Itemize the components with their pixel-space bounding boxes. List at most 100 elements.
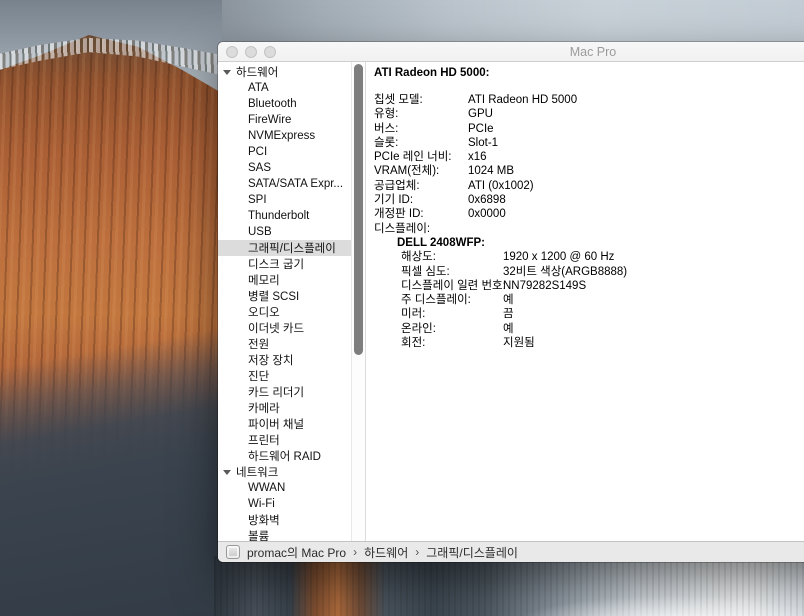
sidebar-item-label: 병렬 SCSI — [248, 288, 299, 304]
sidebar-item-label: Wi-Fi — [248, 498, 275, 510]
sidebar-group-label: 네트워크 — [236, 464, 278, 480]
sidebar-item-ethernet-cards[interactable]: 이더넷 카드 — [218, 320, 351, 336]
sidebar-item-wifi[interactable]: Wi-Fi — [218, 496, 351, 512]
sidebar-item-label: 오디오 — [248, 304, 280, 320]
disclosure-triangle-icon[interactable] — [223, 470, 231, 475]
sidebar-item-label: 디스크 굽기 — [248, 256, 304, 272]
minimize-button[interactable] — [245, 46, 257, 58]
breadcrumb-computer: promac의 Mac Pro — [247, 544, 346, 561]
sidebar-item-label: 볼륨 — [248, 528, 269, 541]
spec-row: 슬롯:Slot-1 — [374, 136, 804, 150]
sidebar-item-label: 프린터 — [248, 432, 280, 448]
spec-value: 32비트 색상(ARGB8888) — [503, 265, 627, 279]
spec-row: 칩셋 모델:ATI Radeon HD 5000 — [374, 93, 804, 107]
sidebar-item-firewall[interactable]: 방화벽 — [218, 512, 351, 528]
sidebar-item-disc-burning[interactable]: 디스크 굽기 — [218, 256, 351, 272]
wallpaper-shadow — [0, 0, 222, 616]
sidebar-item-audio[interactable]: 오디오 — [218, 304, 351, 320]
spec-row: 미러:끔 — [374, 307, 804, 321]
sidebar-item-camera[interactable]: 카메라 — [218, 400, 351, 416]
scrollbar-thumb[interactable] — [354, 64, 363, 355]
sidebar-item-label: 진단 — [248, 368, 269, 384]
spec-value: ATI (0x1002) — [468, 179, 534, 193]
sidebar-item-thunderbolt[interactable]: Thunderbolt — [218, 208, 351, 224]
spec-label: 주 디스플레이: — [401, 293, 503, 307]
sidebar-item-label: WWAN — [248, 482, 285, 494]
sidebar-item-fibre-channel[interactable]: 파이버 채널 — [218, 416, 351, 432]
spec-row: VRAM(전체):1024 MB — [374, 164, 804, 178]
sidebar-item-power[interactable]: 전원 — [218, 336, 351, 352]
sidebar-item-pci[interactable]: PCI — [218, 144, 351, 160]
sidebar-scrollbar[interactable] — [351, 62, 366, 541]
spec-value: 지원됨 — [503, 336, 535, 350]
spec-row: 온라인:예 — [374, 322, 804, 336]
sidebar-group-network[interactable]: 네트워크 — [218, 464, 351, 480]
sidebar-item-label: NVMExpress — [248, 130, 315, 142]
spec-label: 해상도: — [401, 250, 503, 264]
disclosure-triangle-icon[interactable] — [223, 70, 231, 75]
spec-value: 예 — [503, 322, 514, 336]
sidebar-item-label: 메모리 — [248, 272, 280, 288]
spec-label: 회전: — [401, 336, 503, 350]
spec-value: GPU — [468, 107, 493, 121]
spec-value: 1024 MB — [468, 164, 514, 178]
spec-value: 끔 — [503, 307, 514, 321]
sidebar-item-spi[interactable]: SPI — [218, 192, 351, 208]
sidebar-item-label: PCI — [248, 146, 267, 158]
sidebar-item-label: 그래픽/디스플레이 — [248, 240, 336, 256]
sidebar-item-volumes[interactable]: 볼륨 — [218, 528, 351, 541]
spec-label: 버스: — [374, 122, 468, 136]
close-button[interactable] — [226, 46, 238, 58]
spec-value: ATI Radeon HD 5000 — [468, 93, 577, 107]
spec-row: 해상도:1920 x 1200 @ 60 Hz — [374, 250, 804, 264]
zoom-button[interactable] — [264, 46, 276, 58]
wallpaper-cliff — [0, 0, 222, 616]
desktop: Mac Pro 하드웨어 ATA Bluetooth FireWire NVME… — [0, 0, 804, 616]
window-titlebar[interactable]: Mac Pro — [218, 42, 804, 62]
spec-row: 기기 ID:0x6898 — [374, 193, 804, 207]
sidebar-item-label: ATA — [248, 82, 269, 94]
sidebar-item-parallel-scsi[interactable]: 병렬 SCSI — [218, 288, 351, 304]
sidebar-item-diagnostics[interactable]: 진단 — [218, 368, 351, 384]
sidebar-item-label: 저장 장치 — [248, 352, 294, 368]
sidebar-item-label: 카메라 — [248, 400, 280, 416]
breadcrumb-separator: › — [415, 545, 419, 559]
breadcrumb-graphics-displays: 그래픽/디스플레이 — [426, 544, 518, 561]
sidebar-item-sas[interactable]: SAS — [218, 160, 351, 176]
spec-row: 유형:GPU — [374, 107, 804, 121]
sidebar-item-bluetooth[interactable]: Bluetooth — [218, 96, 351, 112]
spec-label: PCIe 레인 너비: — [374, 150, 468, 164]
spec-row: 주 디스플레이:예 — [374, 293, 804, 307]
spec-value: PCIe — [468, 122, 494, 136]
sidebar-item-wwan[interactable]: WWAN — [218, 480, 351, 496]
spec-row: 공급업체:ATI (0x1002) — [374, 179, 804, 193]
display-name-heading: DELL 2408WFP: — [374, 236, 804, 250]
sidebar-group-hardware[interactable]: 하드웨어 — [218, 64, 351, 80]
sidebar-item-label: SAS — [248, 162, 271, 174]
spec-row: 버스:PCIe — [374, 122, 804, 136]
spec-label: 디스플레이 일련 번호: — [401, 279, 503, 293]
sidebar-item-card-reader[interactable]: 카드 리더기 — [218, 384, 351, 400]
sidebar-item-graphics-displays[interactable]: 그래픽/디스플레이 — [218, 240, 351, 256]
spec-label: 미러: — [401, 307, 503, 321]
sidebar-item-storage[interactable]: 저장 장치 — [218, 352, 351, 368]
sidebar-item-hardware-raid[interactable]: 하드웨어 RAID — [218, 448, 351, 464]
sidebar-item-ata[interactable]: ATA — [218, 80, 351, 96]
sidebar-item-nvmexpress[interactable]: NVMExpress — [218, 128, 351, 144]
sidebar: 하드웨어 ATA Bluetooth FireWire NVMExpress P… — [218, 62, 351, 541]
spec-row: 회전:지원됨 — [374, 336, 804, 350]
sidebar-item-memory[interactable]: 메모리 — [218, 272, 351, 288]
sidebar-item-label: 방화벽 — [248, 512, 280, 528]
sidebar-item-usb[interactable]: USB — [218, 224, 351, 240]
sidebar-item-firewire[interactable]: FireWire — [218, 112, 351, 128]
spec-value: x16 — [468, 150, 487, 164]
breadcrumb-hardware: 하드웨어 — [364, 544, 408, 561]
spec-label: 슬롯: — [374, 136, 468, 150]
wallpaper-valley — [214, 556, 804, 616]
sidebar-item-printers[interactable]: 프린터 — [218, 432, 351, 448]
sidebar-item-sata[interactable]: SATA/SATA Expr... — [218, 176, 351, 192]
sidebar-item-label: USB — [248, 226, 272, 238]
spec-value: 예 — [503, 293, 514, 307]
spec-label: 픽셀 심도: — [401, 265, 503, 279]
spec-value: 0x0000 — [468, 207, 506, 221]
